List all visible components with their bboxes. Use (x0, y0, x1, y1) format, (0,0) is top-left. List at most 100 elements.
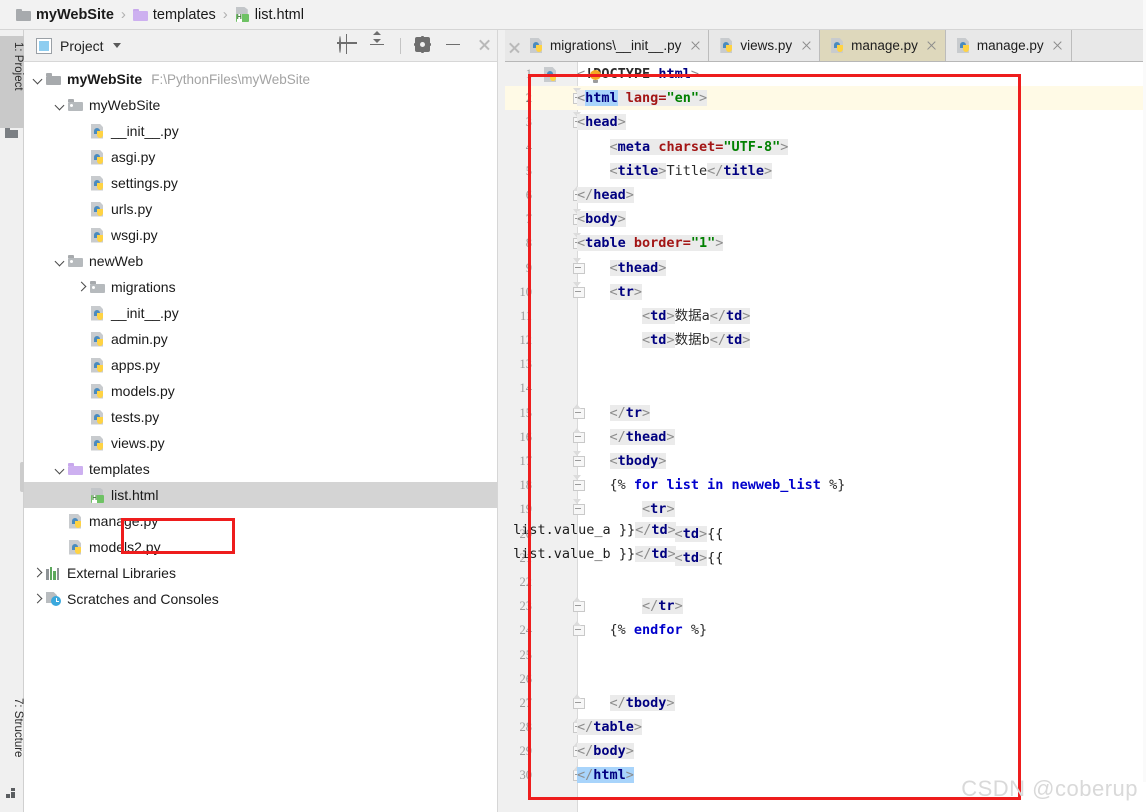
html5-file-icon: H (235, 7, 250, 22)
tool-window-button-project[interactable]: 1: Project (0, 36, 24, 128)
tree-item-apps-py[interactable]: apps.py (24, 352, 504, 378)
python-file-icon (90, 409, 105, 425)
breadcrumb-item-templates[interactable]: templates (132, 7, 216, 23)
close-tab-icon[interactable] (800, 40, 812, 52)
close-tab-icon[interactable] (1052, 40, 1064, 52)
line-number: 20 (519, 526, 533, 541)
code-line: 8 <table border="1"> (505, 231, 1146, 255)
line-number: 27 (519, 695, 533, 710)
close-tab-icon[interactable] (689, 40, 701, 52)
tree-item--init-py[interactable]: __init__.py (24, 118, 504, 144)
editor-tab-label: views.py (740, 38, 793, 53)
code-line: 29 </body> (505, 739, 1146, 763)
tree-item-models-py[interactable]: models.py (24, 378, 504, 404)
code-line: 20 <td>{{ list.value_a }}</td> (505, 521, 1146, 546)
folder-open-icon (68, 99, 83, 111)
tree-item-label: settings.py (111, 175, 178, 191)
tree-item-mywebsite[interactable]: myWebSite F:\PythonFiles\myWebSite (24, 66, 504, 92)
close-icon[interactable] (476, 37, 494, 55)
chevron-down-icon[interactable] (112, 43, 121, 48)
folder-open-icon (68, 255, 83, 267)
tree-item-label: models2.py (89, 539, 161, 555)
tree-item-label: __init__.py (111, 305, 179, 321)
chevron-down-icon[interactable] (52, 97, 68, 113)
line-code: <thead> (609, 259, 667, 276)
intention-bulb-icon[interactable] (590, 70, 601, 83)
close-tab-icon[interactable] (926, 40, 938, 52)
project-tree[interactable]: myWebSite F:\PythonFiles\myWebSite myWebSi… (24, 62, 504, 612)
chevron-down-icon[interactable] (52, 253, 68, 269)
chevron-down-icon[interactable] (52, 461, 68, 477)
tree-item-tests-py[interactable]: tests.py (24, 404, 504, 430)
tree-item-views-py[interactable]: views.py (24, 430, 504, 456)
tree-item-label: wsgi.py (111, 227, 158, 243)
tree-item-admin-py[interactable]: admin.py (24, 326, 504, 352)
tree-item-mywebsite[interactable]: myWebSite (24, 92, 504, 118)
chevron-right-icon[interactable] (30, 565, 46, 581)
tree-item-manage-py[interactable]: manage.py (24, 508, 504, 534)
tree-item-urls-py[interactable]: urls.py (24, 196, 504, 222)
python-file-icon (90, 435, 105, 451)
code-line: 16 </thead> (505, 425, 1146, 449)
code-line: 14 (505, 376, 1146, 400)
tool-window-button-structure[interactable]: 7: Structure (0, 692, 24, 778)
tree-item-migrations[interactable]: migrations (24, 274, 504, 300)
code-line: 3 <head> (505, 110, 1146, 134)
tree-item-scratches-and-consoles[interactable]: Scratches and Consoles (24, 586, 504, 612)
python-file-icon (529, 38, 544, 53)
line-number: 23 (519, 599, 533, 614)
line-code: <td>数据a</td> (642, 307, 751, 324)
line-code: <td>{{ (674, 549, 724, 566)
project-window-icon (36, 37, 52, 54)
tree-item-newweb[interactable]: newWeb (24, 248, 504, 274)
breadcrumb-label: myWebSite (36, 6, 114, 23)
tree-item-list-html[interactable]: Hlist.html (24, 482, 504, 508)
line-number: 4 (525, 139, 532, 154)
tab-scroll-close-icon[interactable] (505, 30, 519, 61)
tree-item-external-libraries[interactable]: External Libraries (24, 560, 504, 586)
chevron-down-icon[interactable] (30, 71, 46, 87)
editor-tab-label: migrations\__init__.py (550, 38, 682, 53)
line-number: 30 (519, 768, 533, 783)
editor-tab[interactable]: views.py (709, 30, 821, 61)
tree-item-wsgi-py[interactable]: wsgi.py (24, 222, 504, 248)
code-editor[interactable]: 1 <!DOCTYPE html> 2 <html lang="en"> 3 <head>… (505, 62, 1146, 812)
editor-tab[interactable]: migrations\__init__.py (519, 30, 710, 61)
tree-item-settings-py[interactable]: settings.py (24, 170, 504, 196)
editor-tab-bar: migrations\__init__.py views.py manage.py m… (505, 30, 1146, 62)
chevron-right-icon[interactable] (30, 591, 46, 607)
code-line: 2 <html lang="en"> (505, 86, 1146, 111)
tree-item--init-py[interactable]: __init__.py (24, 300, 504, 326)
editor-tab-label: manage.py (976, 38, 1044, 53)
tree-item-label: asgi.py (111, 149, 156, 165)
code-line: 7 <body> (505, 207, 1146, 231)
line-code: </body> (577, 743, 634, 760)
collapse-all-icon[interactable] (369, 30, 387, 55)
tree-item-templates[interactable]: templates (24, 456, 504, 482)
python-file-icon (90, 123, 105, 139)
line-number: 1 (525, 67, 532, 81)
line-code: <td>{{ (674, 525, 724, 542)
breadcrumb-item-project[interactable]: myWebSite (16, 7, 114, 23)
tree-item-models2-py[interactable]: models2.py (24, 534, 504, 560)
locate-in-tree-icon[interactable] (338, 35, 356, 55)
minimize-icon[interactable] (445, 37, 463, 55)
code-line: 6 </head> (505, 183, 1146, 207)
editor-tab[interactable]: manage.py (820, 30, 946, 61)
tree-item-asgi-py[interactable]: asgi.py (24, 144, 504, 170)
chevron-right-icon[interactable] (74, 279, 90, 295)
line-code: <head> (577, 114, 626, 131)
python-file-icon (90, 149, 105, 165)
code-line: 1 <!DOCTYPE html> (505, 62, 1146, 86)
code-line: 19 <tr> (505, 497, 1146, 521)
line-number: 26 (519, 671, 533, 686)
tree-item-label: myWebSite (67, 71, 143, 87)
editor-tab[interactable]: manage.py (945, 30, 1072, 61)
gear-icon[interactable] (414, 35, 432, 55)
breadcrumb-item-file[interactable]: H list.html (235, 7, 304, 23)
tree-item-path: F:\PythonFiles\myWebSite (151, 71, 311, 87)
